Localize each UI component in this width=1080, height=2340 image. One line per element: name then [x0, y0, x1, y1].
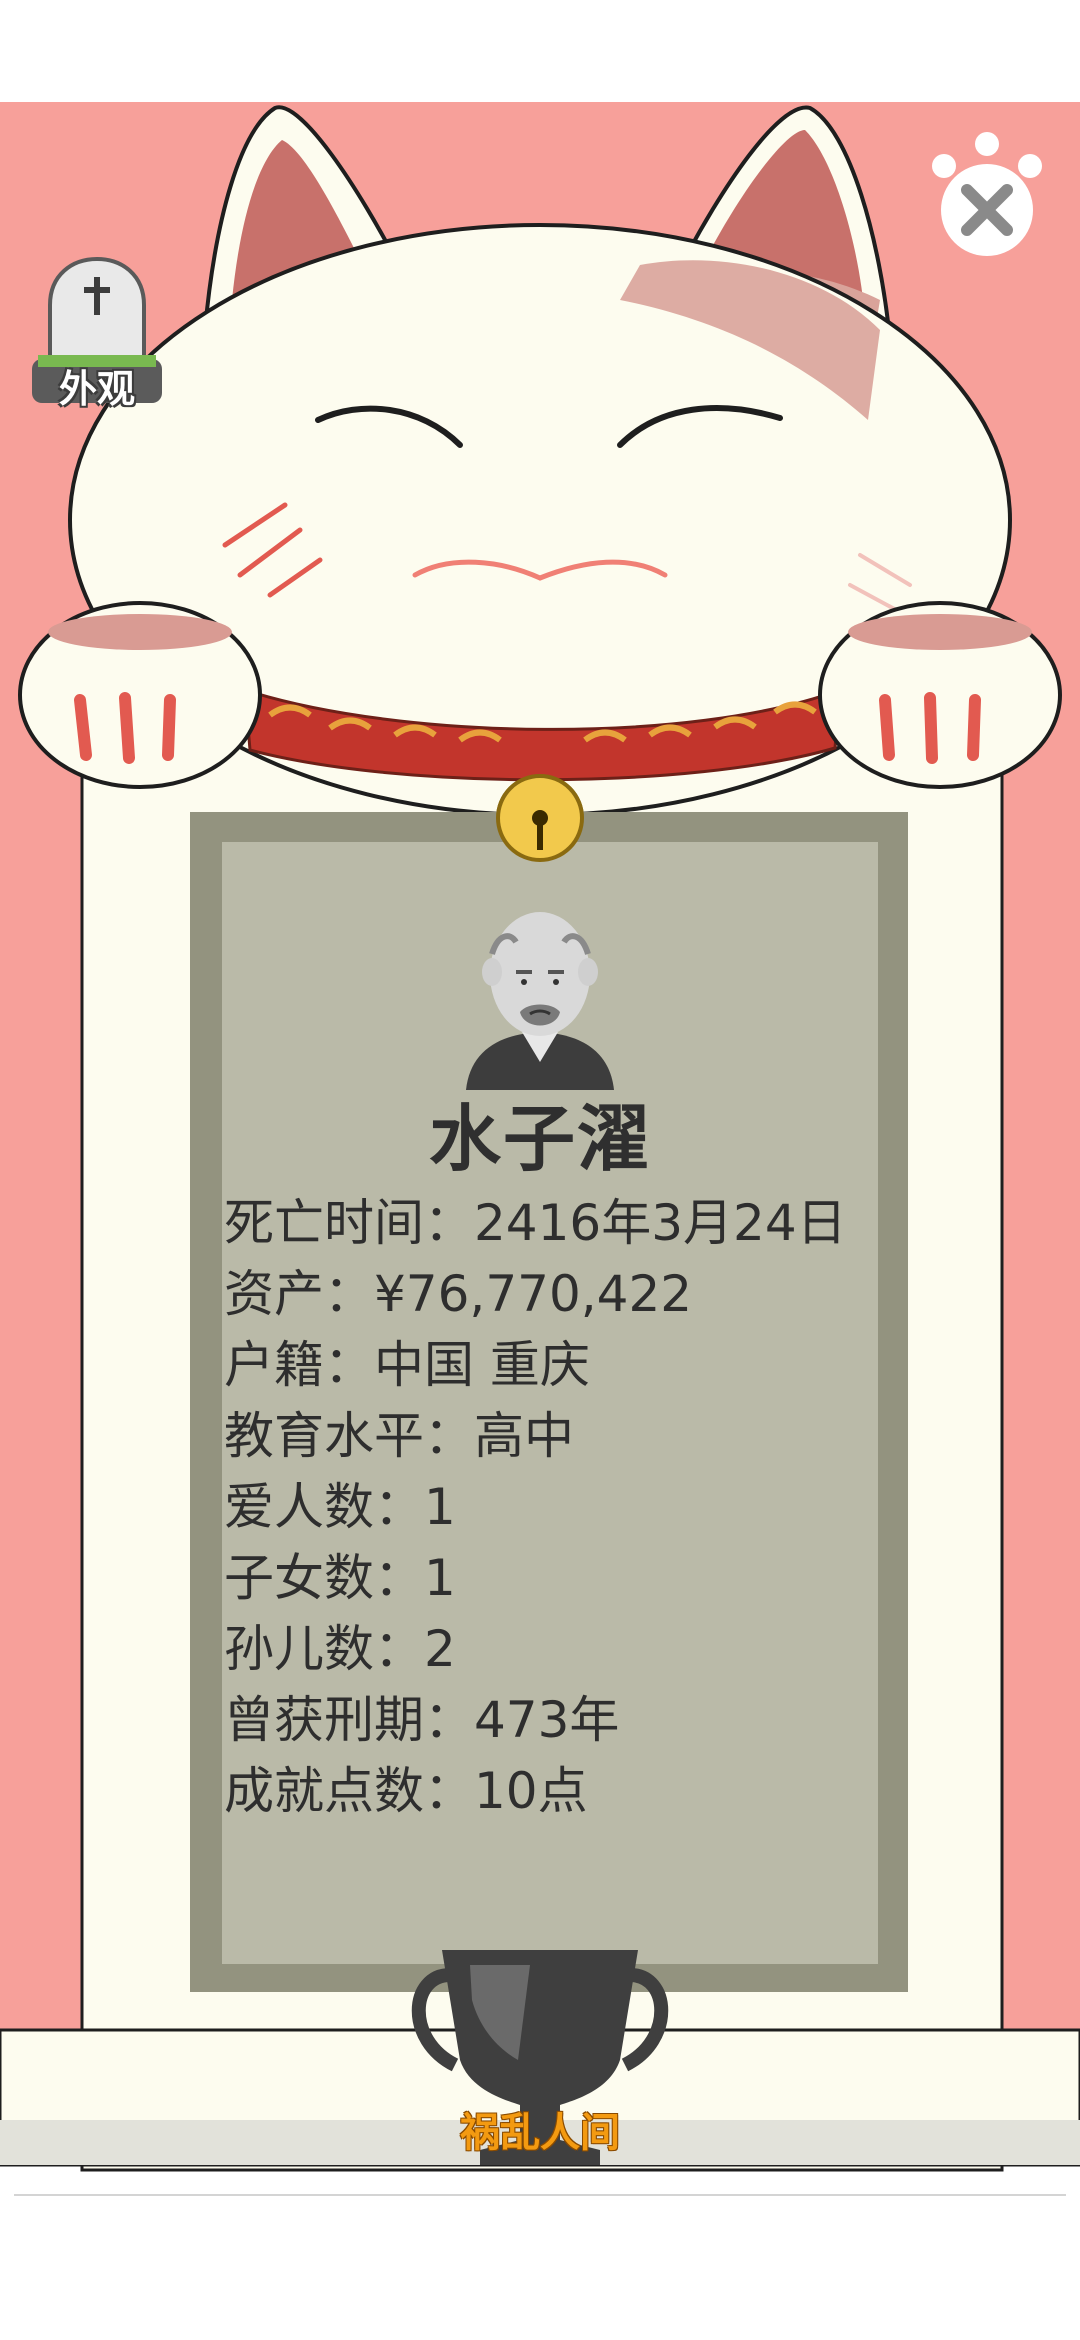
field-label: 资产：: [224, 1265, 374, 1323]
education-row: 教育水平：高中: [224, 1406, 574, 1466]
field-value: 10点: [474, 1762, 588, 1820]
field-value: 1: [424, 1549, 456, 1607]
field-label: 户籍：: [224, 1336, 374, 1394]
old-man-avatar: [466, 912, 614, 1090]
field-value: 2416年3月24日: [474, 1194, 847, 1252]
grandchildren-row: 孙儿数：2: [224, 1619, 456, 1679]
field-label: 成就点数：: [224, 1762, 474, 1820]
field-label: 孙儿数：: [224, 1620, 424, 1678]
field-label: 曾获刑期：: [224, 1691, 474, 1749]
death-date-row: 死亡时间：2416年3月24日: [224, 1193, 847, 1253]
field-value: 高中: [474, 1407, 574, 1465]
field-label: 教育水平：: [224, 1407, 474, 1465]
field-value: 2: [424, 1620, 456, 1678]
field-value: 473年: [474, 1691, 620, 1749]
children-row: 子女数：1: [224, 1548, 456, 1608]
field-label: 死亡时间：: [224, 1194, 474, 1252]
hukou-row: 户籍：中国 重庆: [224, 1335, 590, 1395]
deceased-name: 水子濯: [428, 1097, 651, 1181]
appearance-label: 外观: [58, 367, 135, 411]
field-value: 1: [424, 1478, 456, 1536]
spouses-row: 爱人数：1: [224, 1477, 456, 1537]
close-button[interactable]: [928, 130, 1046, 260]
appearance-button[interactable]: 外观: [28, 255, 166, 411]
field-value: ¥76,770,422: [374, 1265, 693, 1323]
field-label: 子女数：: [224, 1549, 424, 1607]
field-value: 中国 重庆: [374, 1336, 590, 1394]
field-label: 爱人数：: [224, 1478, 424, 1536]
assets-row: 资产：¥76,770,422: [224, 1264, 692, 1324]
trophy-title: 祸乱人间: [460, 2110, 620, 2156]
prison-term-row: 曾获刑期：473年: [224, 1690, 619, 1750]
paw-close-icon: [932, 132, 1042, 256]
achievement-points-row: 成就点数：10点: [224, 1761, 588, 1821]
